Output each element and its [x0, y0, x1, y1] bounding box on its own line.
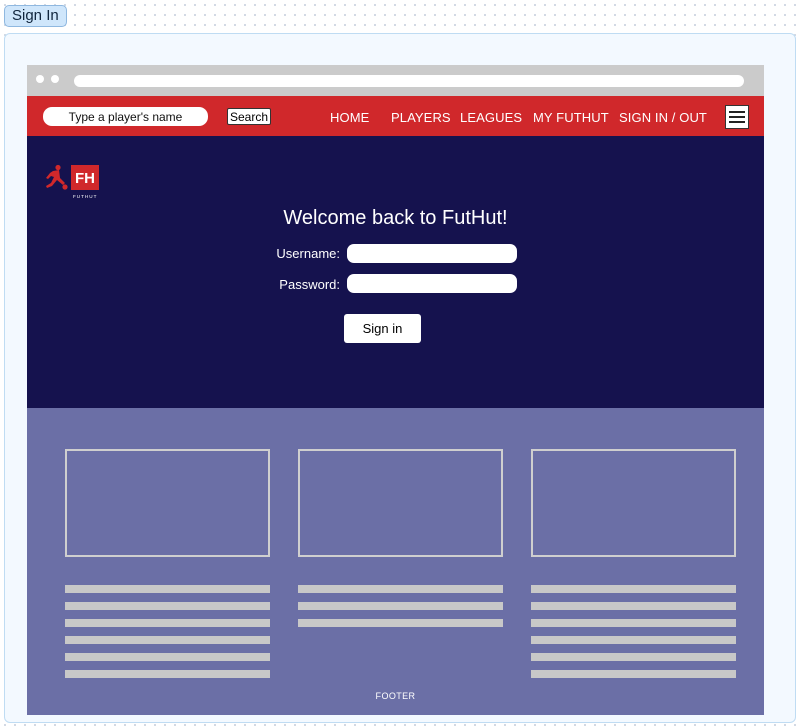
placeholder-text-line — [298, 602, 503, 610]
hamburger-menu-icon[interactable] — [725, 105, 749, 129]
username-label: Username: — [276, 246, 340, 261]
placeholder-text-line — [531, 602, 736, 610]
nav-link-leagues[interactable]: LEAGUES — [460, 110, 522, 125]
placeholder-text-line — [298, 585, 503, 593]
address-bar[interactable] — [74, 75, 744, 87]
placeholder-text-line — [531, 619, 736, 627]
sign-in-hero: FH FUTHUT Welcome back to FutHut! Userna… — [27, 136, 764, 408]
nav-link-my-futhut[interactable]: MY FUTHUT — [533, 110, 609, 125]
placeholder-text-line — [531, 670, 736, 678]
window-dot-icon — [51, 75, 59, 83]
footballer-icon: FH FUTHUT — [46, 164, 99, 199]
footer: FOOTER — [27, 408, 764, 715]
placeholder-text-line — [65, 653, 270, 661]
sign-in-button[interactable]: Sign in — [344, 314, 421, 343]
placeholder-text-line — [531, 585, 736, 593]
placeholder-text-line — [65, 670, 270, 678]
browser-chrome — [27, 65, 764, 96]
placeholder-text-line — [531, 653, 736, 661]
futhut-logo[interactable]: FH FUTHUT — [44, 164, 100, 200]
placeholder-text-line — [65, 636, 270, 644]
frame-tab[interactable]: Sign In — [4, 5, 67, 27]
placeholder-image — [65, 449, 270, 557]
logo-mark: FH — [75, 170, 95, 187]
search-button[interactable]: Search — [227, 108, 271, 125]
player-search-input[interactable] — [43, 107, 208, 126]
password-label: Password: — [279, 277, 340, 292]
password-field[interactable] — [347, 274, 517, 293]
username-field[interactable] — [347, 244, 517, 263]
window-dot-icon — [36, 75, 44, 83]
footer-label: FOOTER — [375, 691, 416, 701]
placeholder-text-line — [65, 619, 270, 627]
welcome-heading: Welcome back to FutHut! — [283, 207, 508, 229]
placeholder-text-line — [65, 585, 270, 593]
placeholder-image — [531, 449, 736, 557]
placeholder-text-line — [298, 619, 503, 627]
browser-window: Search HOME PLAYERS LEAGUES MY FUTHUT SI… — [27, 65, 764, 715]
navbar: Search HOME PLAYERS LEAGUES MY FUTHUT SI… — [27, 96, 764, 136]
placeholder-text-line — [531, 636, 736, 644]
placeholder-image — [298, 449, 503, 557]
nav-link-sign-in-out[interactable]: SIGN IN / OUT — [619, 110, 707, 125]
nav-link-home[interactable]: HOME — [330, 110, 369, 125]
placeholder-text-line — [65, 602, 270, 610]
nav-link-players[interactable]: PLAYERS — [391, 110, 451, 125]
logo-caption: FUTHUT — [73, 194, 97, 199]
